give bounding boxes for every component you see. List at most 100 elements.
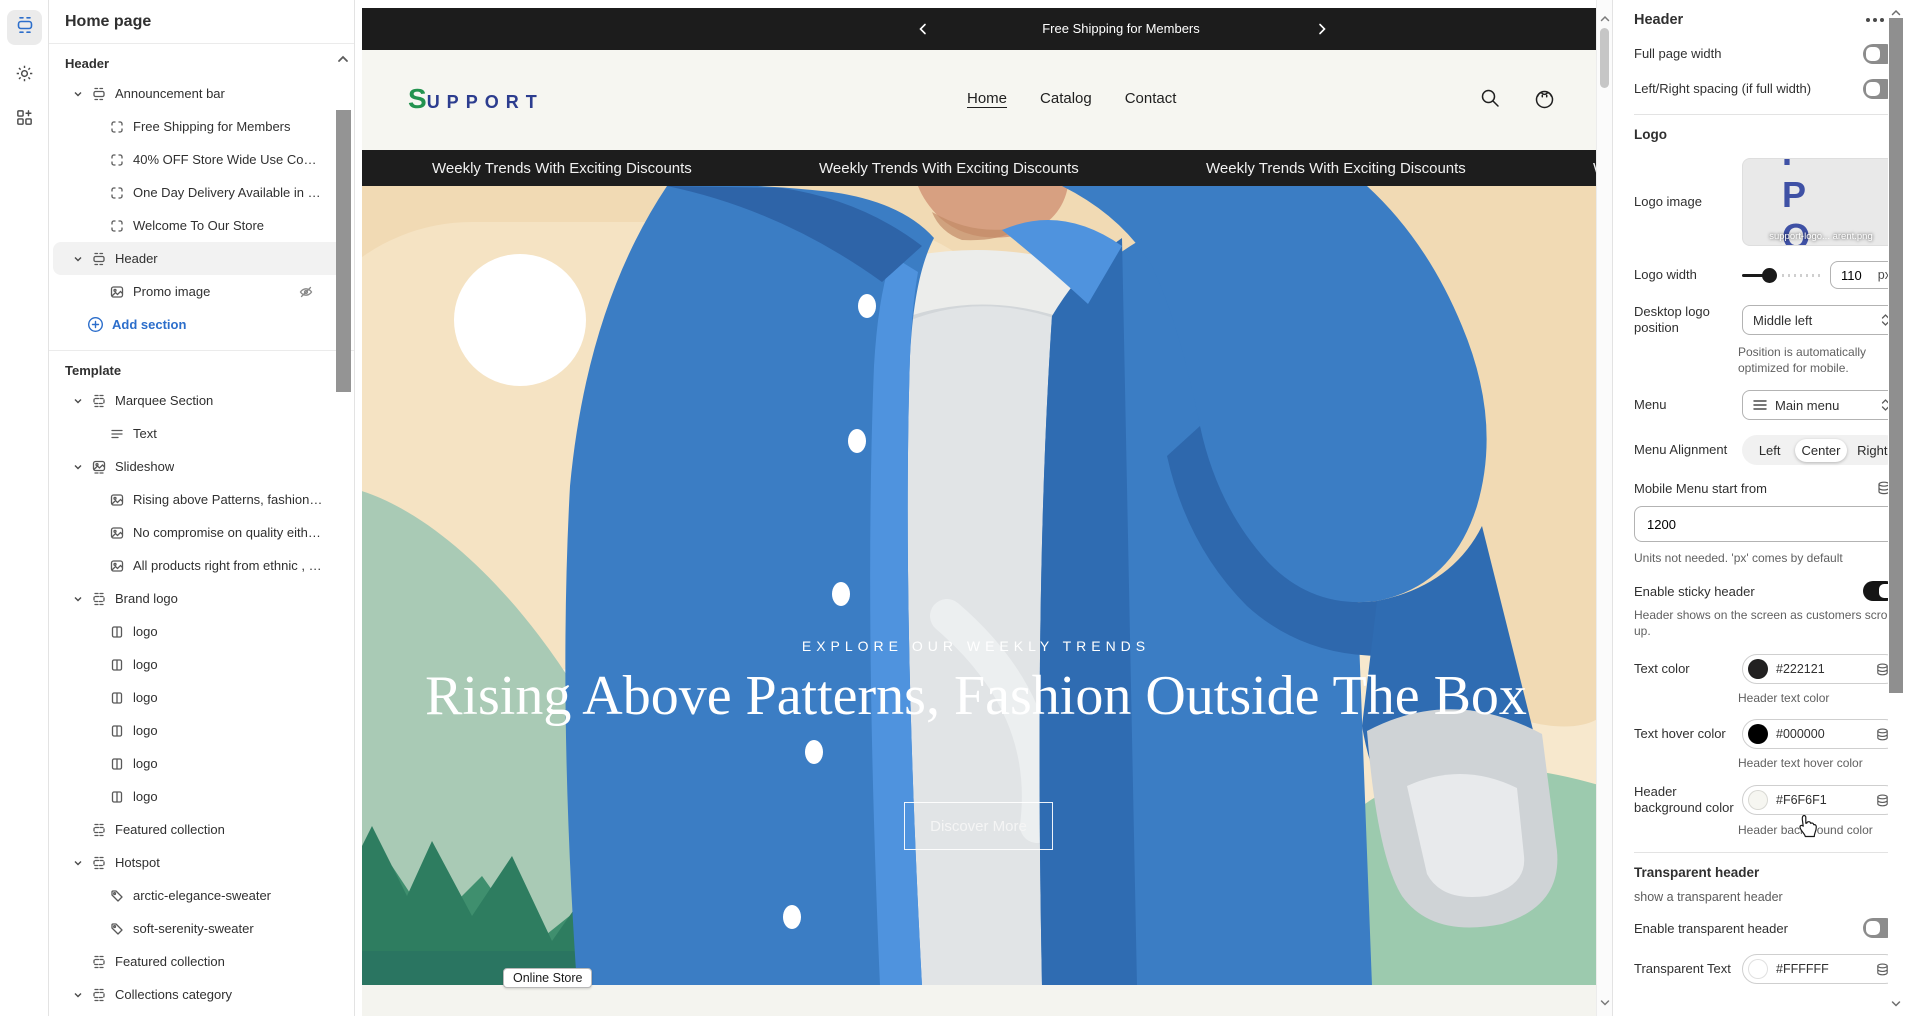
block-icon	[109, 218, 125, 234]
chevron-down-icon[interactable]	[71, 594, 85, 604]
sidebar-item-arctic-sweater[interactable]: arctic-elegance-sweater	[53, 879, 350, 912]
discover-more-button[interactable]: Discover More	[904, 802, 1053, 850]
sidebar-item-logo-5[interactable]: logo	[53, 747, 350, 780]
sidebar-item-label: Hotspot	[115, 855, 160, 870]
header-bg-color-label: Header background color	[1634, 784, 1742, 816]
sidebar-item-label: Rising above Patterns, fashion o...	[133, 492, 323, 507]
sidebar-item-brand-logo[interactable]: Brand logo	[53, 582, 350, 615]
sidebar-item-welcome[interactable]: Welcome To Our Store	[53, 209, 350, 242]
logo-image-thumbnail[interactable]: P P O support-logo... arent.png	[1742, 158, 1900, 246]
mobile-menu-input[interactable]	[1634, 506, 1896, 542]
group-label-template: Template	[49, 351, 354, 384]
chevron-down-icon[interactable]	[71, 254, 85, 264]
account-icon[interactable]	[1533, 87, 1556, 110]
site-header: SUPPORT Home Catalog Contact	[362, 50, 1596, 150]
alignment-center-option[interactable]: Center	[1795, 439, 1846, 462]
apps-plus-icon	[15, 108, 34, 132]
columns-icon	[109, 624, 125, 640]
sidebar-item-logo-1[interactable]: logo	[53, 615, 350, 648]
sidebar-item-logo-4[interactable]: logo	[53, 714, 350, 747]
mobile-menu-label: Mobile Menu start from	[1634, 481, 1767, 496]
menu-lines-icon	[1753, 399, 1767, 411]
sidebar-scroll-up-icon[interactable]	[336, 52, 350, 70]
text-color-helper: Header text color	[1738, 690, 1896, 706]
sidebar-item-text[interactable]: Text	[53, 417, 350, 450]
sidebar-item-label: All products right from ethnic , a...	[133, 558, 323, 573]
sidebar-item-label: Marquee Section	[115, 393, 213, 408]
sections-panel-button[interactable]	[7, 10, 42, 45]
logo-width-input[interactable]	[1841, 268, 1871, 283]
transparent-text-field[interactable]: #FFFFFF	[1742, 954, 1900, 984]
sidebar-item-featured-collection-1[interactable]: Featured collection	[53, 813, 350, 846]
sidebar-item-collections-category[interactable]: Collections category	[53, 978, 350, 1011]
sidebar-item-40-off[interactable]: 40% OFF Store Wide Use Code ...	[53, 143, 350, 176]
color-swatch	[1748, 724, 1768, 744]
slideshow-icon	[91, 459, 107, 475]
sidebar-item-announcement-bar[interactable]: Announcement bar	[53, 77, 350, 110]
chevron-down-icon[interactable]	[71, 396, 85, 406]
sticky-header-helper: Header shows on the screen as customers …	[1634, 607, 1896, 639]
section-icon	[91, 393, 107, 409]
section-icon	[91, 987, 107, 1003]
sidebar-item-hotspot[interactable]: Hotspot	[53, 846, 350, 879]
sidebar-item-slide-1[interactable]: Rising above Patterns, fashion o...	[53, 483, 350, 516]
panel-scrollbar[interactable]	[1888, 0, 1904, 1016]
section-icon	[91, 855, 107, 871]
panel-scrollbar-thumb[interactable]	[1889, 18, 1903, 693]
sidebar-item-label: One Day Delivery Available in US	[133, 185, 323, 200]
sidebar-item-promo-image[interactable]: Promo image	[53, 275, 350, 308]
image-icon	[109, 525, 125, 541]
nav-link-home[interactable]: Home	[967, 90, 1007, 107]
desktop-logo-position-label: Desktop logo position	[1634, 304, 1742, 336]
sidebar-item-slideshow[interactable]: Slideshow	[53, 450, 350, 483]
desktop-logo-position-select[interactable]: Middle left	[1742, 305, 1900, 335]
online-store-badge: Online Store	[503, 968, 592, 988]
sidebar-item-slide-3[interactable]: All products right from ethnic , a...	[53, 549, 350, 582]
app-embeds-button[interactable]	[7, 102, 42, 137]
sidebar-item-slide-2[interactable]: No compromise on quality eithe...	[53, 516, 350, 549]
scroll-down-icon[interactable]	[1600, 994, 1610, 1012]
panel-divider	[1634, 114, 1896, 115]
section-icon	[91, 86, 107, 102]
text-hover-color-field[interactable]: #000000	[1742, 719, 1900, 749]
sidebar-item-marquee-section[interactable]: Marquee Section	[53, 384, 350, 417]
sidebar-item-header[interactable]: Header	[53, 242, 350, 275]
sidebar-item-serenity-sweater[interactable]: soft-serenity-sweater	[53, 912, 350, 945]
announcement-prev-icon[interactable]	[913, 19, 933, 39]
full-page-width-label: Full page width	[1634, 46, 1834, 62]
header-bg-color-field[interactable]: #F6F6F1	[1742, 785, 1900, 815]
announcement-next-icon[interactable]	[1312, 19, 1332, 39]
theme-settings-button[interactable]	[7, 58, 42, 93]
sidebar-item-label: logo	[133, 723, 158, 738]
sidebar-item-label: Collections category	[115, 987, 232, 1002]
nav-link-catalog[interactable]: Catalog	[1040, 90, 1092, 107]
add-section-button[interactable]: Add section	[49, 308, 354, 341]
alignment-left-option[interactable]: Left	[1744, 439, 1795, 462]
scroll-up-icon[interactable]	[1600, 10, 1610, 28]
chevron-down-icon[interactable]	[71, 89, 85, 99]
page-title: Home page	[49, 0, 354, 44]
search-icon[interactable]	[1479, 87, 1501, 110]
preview-scrollbar-thumb[interactable]	[1600, 28, 1609, 88]
nav-link-contact[interactable]: Contact	[1125, 90, 1177, 107]
sidebar-item-one-day-delivery[interactable]: One Day Delivery Available in US	[53, 176, 350, 209]
sidebar-scrollbar-thumb[interactable]	[336, 110, 351, 392]
section-icon	[91, 822, 107, 838]
sidebar-item-logo-2[interactable]: logo	[53, 648, 350, 681]
menu-select[interactable]: Main menu	[1742, 390, 1900, 420]
more-options-icon[interactable]	[1866, 18, 1884, 22]
logo-width-slider[interactable]	[1742, 268, 1820, 282]
columns-icon	[109, 789, 125, 805]
sidebar-item-logo-6[interactable]: logo	[53, 780, 350, 813]
sidebar-item-free-shipping[interactable]: Free Shipping for Members	[53, 110, 350, 143]
sidebar-item-logo-3[interactable]: logo	[53, 681, 350, 714]
chevron-down-icon[interactable]	[71, 858, 85, 868]
scroll-down-icon[interactable]	[1891, 995, 1901, 1013]
text-color-field[interactable]: #222121	[1742, 654, 1900, 684]
chevron-down-icon[interactable]	[71, 462, 85, 472]
chevron-down-icon[interactable]	[71, 990, 85, 1000]
hidden-eye-icon[interactable]	[298, 284, 314, 300]
preview-scrollbar[interactable]	[1596, 0, 1612, 1016]
sidebar-item-featured-collection-2[interactable]: Featured collection	[53, 945, 350, 978]
site-logo[interactable]: SUPPORT	[408, 83, 544, 115]
